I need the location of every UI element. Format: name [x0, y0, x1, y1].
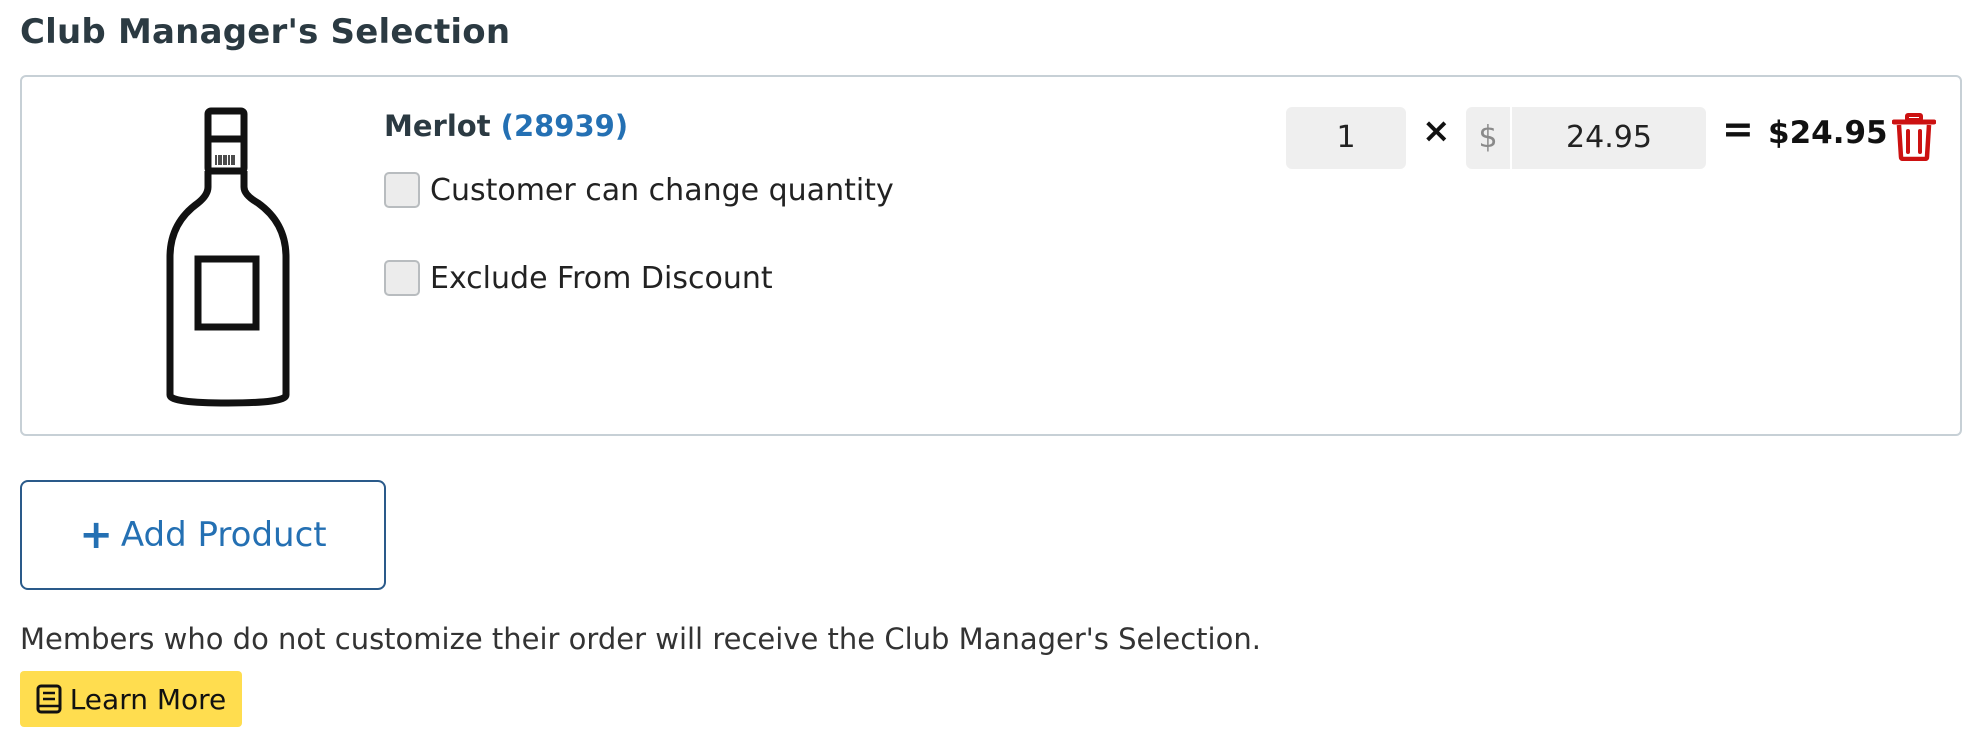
selection-info-text: Members who do not customize their order… — [20, 622, 1261, 656]
sku-close-paren: ) — [614, 109, 629, 143]
quantity-input[interactable]: 1 — [1286, 107, 1406, 169]
exclude-discount-checkbox[interactable] — [384, 260, 420, 296]
times-sign: × — [1422, 111, 1451, 151]
page-title: Club Manager's Selection — [20, 12, 511, 52]
exclude-discount-option[interactable]: Exclude From Discount — [384, 260, 773, 296]
learn-more-label: Learn More — [69, 682, 227, 716]
add-product-label: Add Product — [120, 515, 327, 555]
add-product-button[interactable]: + Add Product — [20, 480, 386, 590]
sku-open-paren: ( — [500, 109, 514, 143]
product-sku[interactable]: (28939) — [501, 109, 628, 143]
book-icon — [36, 684, 62, 714]
product-name-text: Merlot — [384, 109, 491, 143]
equals-sign: = — [1722, 107, 1754, 151]
customer-change-quantity-checkbox[interactable] — [384, 172, 420, 208]
product-card: Merlot (28939) Customer can change quant… — [20, 75, 1962, 436]
product-name: Merlot (28939) — [384, 109, 628, 143]
plus-icon: + — [79, 512, 113, 558]
learn-more-button[interactable]: Learn More — [20, 671, 242, 727]
customer-change-quantity-option[interactable]: Customer can change quantity — [384, 172, 894, 208]
sku-number: 28939 — [513, 109, 615, 143]
wine-bottle-icon — [166, 107, 290, 407]
customer-change-quantity-label: Customer can change quantity — [430, 172, 894, 208]
unit-price-group: $ 24.95 — [1466, 107, 1706, 169]
line-total: $24.95 — [1768, 115, 1888, 151]
unit-price-input[interactable]: 24.95 — [1512, 107, 1706, 169]
currency-addon: $ — [1466, 107, 1512, 169]
exclude-discount-label: Exclude From Discount — [430, 260, 773, 296]
trash-icon[interactable] — [1892, 113, 1936, 161]
